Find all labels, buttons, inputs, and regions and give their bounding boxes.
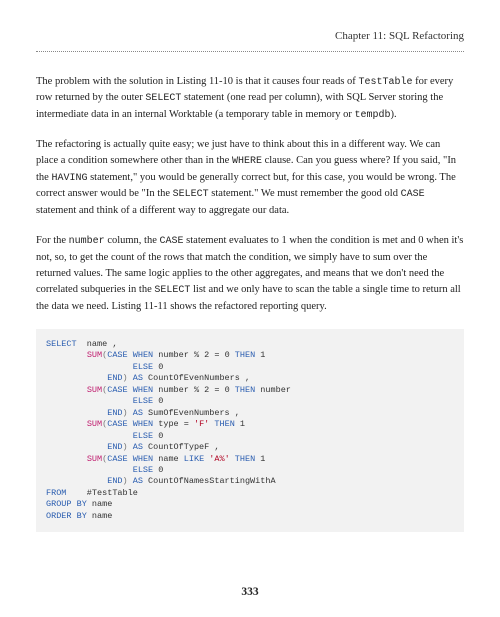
kw: SELECT (46, 339, 77, 349)
kw: ELSE (133, 362, 153, 372)
str: 'A%' (209, 454, 229, 464)
paragraph-2: The refactoring is actually quite easy; … (36, 137, 464, 219)
kw: GROUP BY (46, 499, 87, 509)
code-text: 0 (153, 465, 163, 475)
kw: AS (133, 373, 143, 383)
code-text (46, 465, 133, 475)
kw: FROM (46, 488, 66, 498)
code-text: CountOfNamesStartingWithA (143, 476, 276, 486)
code-block: SELECT name , SUM(CASE WHEN number % 2 =… (36, 329, 464, 533)
code-text: CountOfTypeF , (143, 442, 220, 452)
inline-code: tempdb (355, 110, 391, 121)
op: ) (123, 476, 133, 486)
code-text: 0 (153, 396, 163, 406)
kw: ELSE (133, 396, 153, 406)
kw: CASE WHEN (107, 350, 153, 360)
text: column, the (105, 235, 160, 246)
text: For the (36, 235, 69, 246)
kw: ELSE (133, 465, 153, 475)
code-text: name , (77, 339, 118, 349)
code-text: 0 (153, 362, 163, 372)
kw: CASE WHEN (107, 454, 153, 464)
code-text: name (87, 511, 113, 521)
code-text: type = (153, 419, 194, 429)
code-text (46, 385, 87, 395)
kw: AS (133, 476, 143, 486)
fn: SUM (87, 385, 102, 395)
inline-code: SELECT (154, 285, 190, 296)
inline-code: TestTable (358, 77, 412, 88)
str: 'F' (194, 419, 209, 429)
kw: AS (133, 442, 143, 452)
code-text: 1 (235, 419, 245, 429)
chapter-title: Chapter 11: SQL Refactoring (335, 30, 464, 42)
kw: AS (133, 408, 143, 418)
code-text (46, 454, 87, 464)
code-text: 1 (255, 350, 265, 360)
code-text (46, 373, 107, 383)
kw: ORDER BY (46, 511, 87, 521)
fn: SUM (87, 419, 102, 429)
code-text: 1 (255, 454, 265, 464)
inline-code: HAVING (51, 173, 87, 184)
kw: ELSE (133, 431, 153, 441)
kw: END (107, 408, 122, 418)
kw: THEN (235, 454, 255, 464)
text: ). (391, 109, 397, 120)
inline-code: number (69, 236, 105, 247)
fn: SUM (87, 350, 102, 360)
code-text: name (87, 499, 113, 509)
code-text (46, 442, 107, 452)
page-number: 333 (0, 584, 500, 601)
code-text (46, 362, 133, 372)
kw: THEN (214, 419, 234, 429)
code-text: number (255, 385, 291, 395)
code-text (46, 476, 107, 486)
code-text: number % 2 = 0 (153, 350, 235, 360)
inline-code: CASE (160, 236, 184, 247)
kw: THEN (235, 385, 255, 395)
inline-code: SELECT (173, 189, 209, 200)
op: ) (123, 442, 133, 452)
inline-code: SELECT (145, 93, 181, 104)
op: ) (123, 373, 133, 383)
kw: END (107, 373, 122, 383)
paragraph-3: For the number column, the CASE statemen… (36, 233, 464, 315)
code-text (46, 350, 87, 360)
code-text: number % 2 = 0 (153, 385, 235, 395)
text: The problem with the solution in Listing… (36, 76, 358, 87)
code-text: SumOfEvenNumbers , (143, 408, 240, 418)
kw: END (107, 442, 122, 452)
code-text (46, 431, 133, 441)
kw: THEN (235, 350, 255, 360)
code-text: #TestTable (66, 488, 137, 498)
code-text: name (153, 454, 184, 464)
fn: SUM (87, 454, 102, 464)
op: ) (123, 408, 133, 418)
kw: CASE WHEN (107, 419, 153, 429)
code-text (46, 408, 107, 418)
inline-code: CASE (401, 189, 425, 200)
code-text: CountOfEvenNumbers , (143, 373, 250, 383)
paragraph-1: The problem with the solution in Listing… (36, 74, 464, 124)
text: statement and think of a different way t… (36, 205, 289, 216)
code-text (46, 396, 133, 406)
inline-code: WHERE (232, 156, 262, 167)
code-text: 0 (153, 431, 163, 441)
kw: END (107, 476, 122, 486)
text: statement." We must remember the good ol… (209, 188, 401, 199)
kw: LIKE (184, 454, 204, 464)
chapter-header: Chapter 11: SQL Refactoring (36, 28, 464, 52)
kw: CASE WHEN (107, 385, 153, 395)
code-text (46, 419, 87, 429)
